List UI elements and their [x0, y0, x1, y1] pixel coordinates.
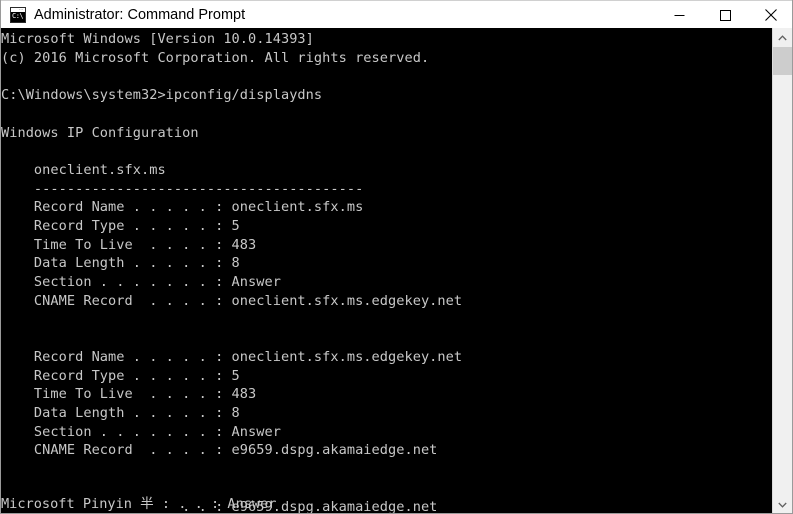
maximize-button[interactable] — [702, 1, 748, 29]
scrollbar-track[interactable] — [773, 47, 792, 495]
window-title: Administrator: Command Prompt — [34, 6, 246, 23]
icon-prompt-text: C:\ — [12, 11, 24, 20]
ime-status-overlay: Microsoft Pinyin 半 : . . : Answer — [1, 495, 277, 513]
title-bar[interactable]: ··· C:\ Administrator: Command Prompt — [1, 0, 792, 29]
scroll-up-arrow-icon[interactable] — [773, 28, 792, 47]
scroll-down-arrow-icon[interactable] — [773, 495, 792, 513]
cmd-prompt-icon: ··· C:\ — [10, 6, 26, 23]
console-output-area[interactable]: Microsoft Windows [Version 10.0.14393] (… — [1, 28, 792, 514]
vertical-scrollbar[interactable] — [772, 28, 792, 513]
console-text: Microsoft Windows [Version 10.0.14393] (… — [1, 31, 463, 514]
command-prompt-window: ··· C:\ Administrator: Command Prompt Mi… — [0, 0, 793, 514]
close-button[interactable] — [748, 1, 792, 29]
scrollbar-thumb[interactable] — [773, 47, 792, 75]
minimize-button[interactable] — [656, 1, 702, 29]
window-controls — [656, 1, 792, 29]
